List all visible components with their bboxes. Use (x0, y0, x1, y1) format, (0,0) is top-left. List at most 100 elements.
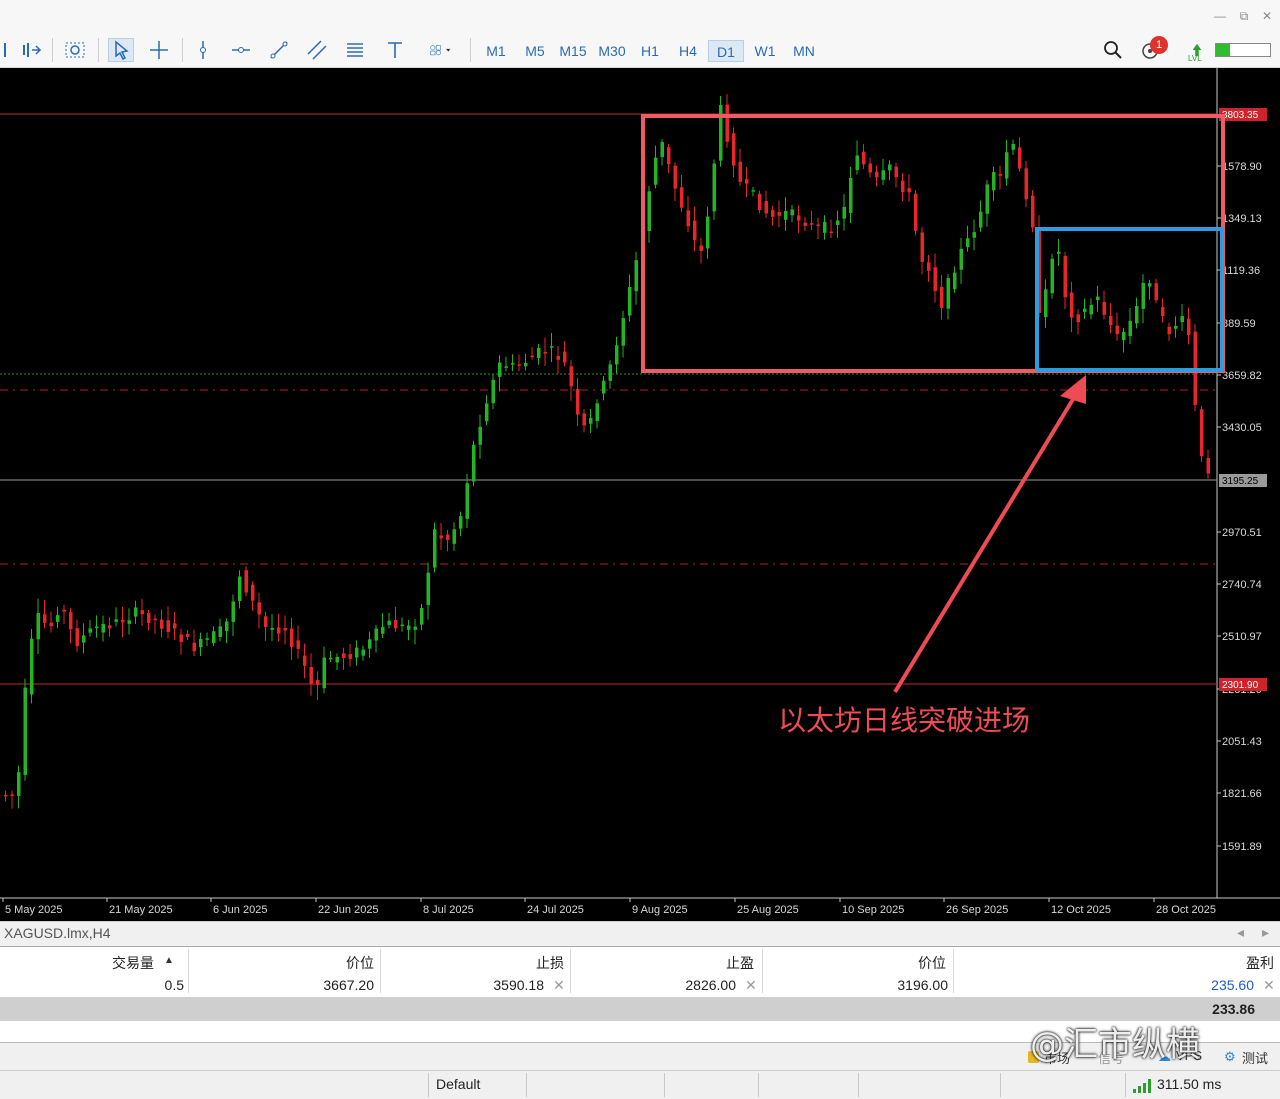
candles-group (4, 94, 1210, 809)
candle-body (927, 262, 931, 271)
candle-body (498, 362, 502, 377)
candle-body (82, 635, 86, 643)
tf-h1[interactable]: H1 (636, 40, 664, 62)
tf-m30[interactable]: M30 (594, 40, 630, 62)
candle-body (979, 211, 983, 228)
candle-body (810, 223, 814, 225)
candle-body (426, 572, 430, 606)
header-volume[interactable]: 交易量 (60, 953, 154, 973)
candle-body (30, 638, 34, 695)
tf-m15[interactable]: M15 (556, 40, 590, 62)
channel-icon[interactable] (304, 38, 330, 62)
candle-body (875, 171, 879, 178)
tf-w1[interactable]: W1 (750, 40, 780, 62)
time-axis-labels: 5 May 2025 21 May 2025 6 Jun 2025 22 Jun 20… (2, 898, 1216, 916)
candle-body (1057, 251, 1061, 254)
candle-body (1109, 315, 1113, 326)
cell-stop-loss[interactable]: 3590.18 (420, 977, 544, 993)
candle-body (270, 627, 274, 630)
candle-body (725, 104, 729, 142)
candle-body (764, 201, 768, 214)
symbol-label[interactable]: XAGUSD.lmx,H4 (4, 925, 111, 941)
fibonacci-icon[interactable] (342, 38, 368, 62)
candle-body (1135, 306, 1139, 324)
date-tick-label: 26 Sep 2025 (946, 904, 1008, 916)
level-meter-fill (1216, 44, 1230, 56)
candle-body (1083, 308, 1087, 312)
shapes-icon[interactable] (420, 38, 460, 62)
header-current-price[interactable]: 价位 (822, 953, 946, 973)
candle-body (543, 352, 547, 354)
candle-body (563, 351, 567, 363)
consolidation-box-red[interactable] (641, 114, 1225, 373)
annotation-arrow[interactable] (893, 394, 1077, 694)
tf-h4[interactable]: H4 (674, 40, 702, 62)
price-tick-label: 1119.36 (1222, 265, 1260, 277)
crosshair-icon[interactable] (146, 38, 172, 62)
candle-body (816, 224, 820, 226)
candle-body (1161, 307, 1165, 317)
candle-body (686, 210, 690, 227)
candle-body (647, 191, 651, 232)
header-open-price[interactable]: 价位 (250, 953, 374, 973)
panel-icon[interactable] (0, 38, 10, 62)
scroll-left-icon[interactable]: ◂ (1237, 924, 1244, 941)
tf-m1[interactable]: M1 (481, 40, 511, 62)
close-position-icon[interactable]: ✕ (1263, 977, 1275, 994)
scroll-right-icon[interactable]: ▸ (1262, 924, 1269, 941)
candle-body (147, 612, 151, 624)
candle-body (719, 105, 723, 161)
candle-body (290, 628, 294, 647)
candle-body (1011, 143, 1015, 150)
candle-body (576, 389, 580, 415)
restore-button[interactable]: ⧉ (1237, 9, 1251, 24)
candle-body (1180, 316, 1184, 323)
annotation-text[interactable]: 以太坊日线突破进场 (778, 704, 1030, 737)
candle-body (251, 584, 255, 601)
price-chart[interactable]: 1578.90 1349.13 1119.36 889.59 3659.82 3430.0… (0, 68, 1280, 921)
candle-body (537, 347, 541, 359)
header-take-profit[interactable]: 止盈 (630, 953, 754, 973)
screenshot-icon[interactable] (62, 38, 88, 62)
candle-body (595, 403, 599, 422)
search-icon[interactable] (1100, 38, 1126, 62)
candle-body (758, 193, 762, 210)
tf-mn[interactable]: MN (788, 40, 820, 62)
cursor-icon[interactable] (108, 38, 134, 62)
level-bottom-flag-text: 2301.90 (1222, 680, 1259, 691)
tester-icon: ⚙ (1224, 1049, 1236, 1064)
minimize-button[interactable]: — (1213, 9, 1227, 23)
trendline-icon[interactable] (266, 38, 292, 62)
date-tick-label: 22 Jun 2025 (318, 904, 379, 916)
clear-stop-loss-icon[interactable]: ✕ (553, 977, 565, 994)
text-icon[interactable] (382, 38, 408, 62)
cell-take-profit[interactable]: 2826.00 (612, 977, 736, 993)
candle-body (244, 570, 248, 593)
vertical-line-icon[interactable] (190, 38, 216, 62)
candle-body (452, 529, 456, 544)
candle-body (309, 667, 313, 685)
tab-tester[interactable]: 测试 (1242, 1048, 1268, 1067)
candle-body (699, 245, 703, 251)
candle-body (303, 655, 307, 666)
autoscroll-icon[interactable] (18, 38, 44, 62)
header-stop-loss[interactable]: 止损 (440, 953, 564, 973)
clear-take-profit-icon[interactable]: ✕ (745, 977, 757, 994)
chart-canvas[interactable]: 1578.90 1349.13 1119.36 889.59 3659.82 3430.0… (0, 68, 1280, 921)
candle-body (446, 534, 450, 540)
candle-body (582, 413, 586, 426)
candle-body (134, 607, 138, 617)
candle-body (179, 634, 183, 642)
candle-body (95, 626, 99, 629)
candle-body (1115, 325, 1119, 335)
close-button[interactable]: ✕ (1260, 9, 1274, 23)
header-profit[interactable]: 盈利 (1150, 953, 1274, 973)
price-tick-label: 2970.51 (1222, 527, 1262, 539)
profile-name[interactable]: Default (436, 1076, 480, 1092)
horizontal-line-icon[interactable] (228, 38, 254, 62)
candle-body (69, 612, 73, 630)
tf-m5[interactable]: M5 (520, 40, 550, 62)
tf-d1[interactable]: D1 (708, 40, 744, 62)
sort-indicator-icon: ▲ (164, 955, 174, 966)
candle-body (693, 220, 697, 241)
